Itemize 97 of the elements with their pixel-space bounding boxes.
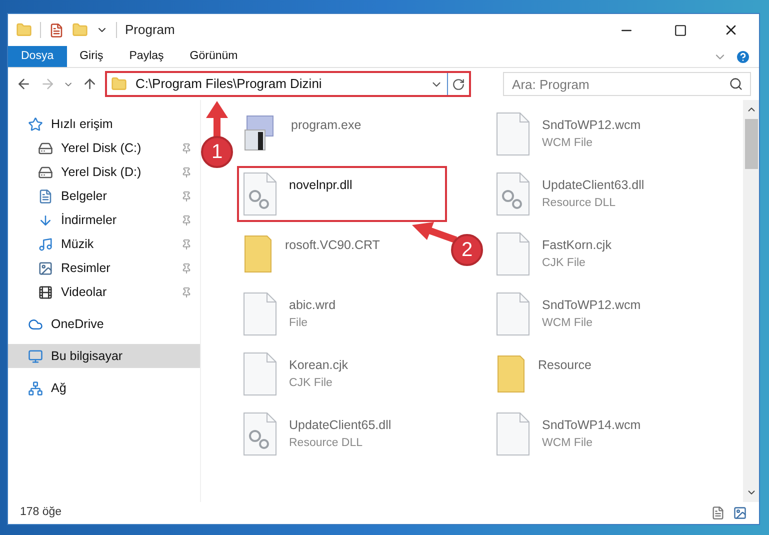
file-type: CJK File	[542, 256, 586, 271]
scrollbar[interactable]	[743, 100, 759, 502]
file-name: SndToWP14.wcm	[542, 417, 641, 434]
sidebar-item[interactable]: Videolar	[8, 280, 200, 304]
item-count: 178 öğe	[20, 505, 62, 520]
search-icon	[729, 77, 744, 91]
sidebar-label: İndirmeler	[61, 212, 118, 229]
sidebar-item[interactable]: Belgeler	[8, 184, 200, 208]
file-name: program.exe	[291, 117, 362, 134]
drive-icon	[38, 164, 53, 180]
file-tile[interactable]: novelnpr.dll	[237, 166, 447, 222]
sidebar-item[interactable]: OneDrive	[8, 312, 200, 336]
sidebar-label: OneDrive	[51, 316, 105, 333]
sidebar-item[interactable]: Bu bilgisayar	[8, 344, 200, 368]
file-type: File	[289, 316, 309, 331]
music-note-icon	[38, 236, 53, 252]
blank-file-icon	[496, 412, 530, 456]
file-type: Resource DLL	[289, 436, 364, 451]
gear-file-icon	[496, 172, 530, 216]
picture-icon	[38, 260, 53, 276]
large-icons-view-icon[interactable]	[733, 506, 747, 520]
file-tile[interactable]: UpdateClient63.dll Resource DLL	[490, 166, 700, 222]
sidebar-label: Resimler	[61, 260, 112, 277]
file-tile[interactable]: abic.wrd File	[237, 286, 447, 342]
file-name: SndToWP12.wcm	[542, 297, 641, 314]
gear-file-icon	[243, 412, 277, 456]
file-tile[interactable]: SndToWP12.wcm WCM File	[490, 106, 700, 162]
file-name: abic.wrd	[289, 297, 336, 314]
sidebar-label: Müzik	[61, 236, 95, 253]
blank-file-icon	[496, 292, 530, 336]
document-icon	[38, 188, 53, 204]
properties-icon[interactable]	[49, 22, 64, 38]
sidebar-item[interactable]: Yerel Disk (D:)	[8, 160, 200, 184]
annotation-arrow	[206, 101, 228, 138]
gear-file-icon	[243, 172, 277, 216]
sidebar-label: Yerel Disk (C:)	[61, 140, 142, 157]
file-tile[interactable]: SndToWP12.wcm WCM File	[490, 286, 700, 342]
blank-file-icon	[243, 352, 277, 396]
sidebar-label: Videolar	[61, 284, 108, 301]
up-icon[interactable]	[82, 76, 98, 92]
ribbon-tab[interactable]: Giriş	[66, 46, 116, 67]
file-name: SndToWP12.wcm	[542, 117, 641, 134]
ribbon-tab[interactable]: Görünüm	[176, 46, 251, 67]
file-type: CJK File	[289, 376, 334, 391]
scroll-thumb[interactable]	[744, 119, 758, 169]
sidebar-label: Belgeler	[61, 188, 108, 205]
sidebar-label: Yerel Disk (D:)	[61, 164, 142, 181]
refresh-icon[interactable]	[452, 78, 466, 90]
sidebar-item[interactable]: Hızlı erişim	[8, 112, 200, 136]
sidebar-label: Hızlı erişim	[51, 116, 114, 133]
file-type: WCM File	[542, 436, 594, 451]
ribbon-tab[interactable]: Paylaş	[116, 46, 177, 67]
file-name: rosoft.VC90.CRT	[285, 237, 380, 254]
blank-file-icon	[496, 112, 530, 156]
file-name: novelnpr.dll	[289, 177, 352, 194]
sidebar-item[interactable]: Yerel Disk (C:)	[8, 136, 200, 160]
help-icon[interactable]	[735, 48, 751, 64]
sidebar-item[interactable]: Resimler	[8, 256, 200, 280]
star-icon	[28, 116, 43, 132]
sidebar-label: Bu bilgisayar	[51, 348, 124, 365]
file-tile[interactable]: Resource	[490, 346, 700, 402]
file-tile[interactable]: UpdateClient65.dll Resource DLL	[237, 406, 447, 462]
folder-icon	[111, 76, 128, 92]
file-type: WCM File	[542, 316, 594, 331]
back-icon[interactable]	[16, 76, 32, 92]
file-tile[interactable]: Korean.cjk CJK File	[237, 346, 447, 402]
sidebar-label: Ağ	[51, 380, 68, 397]
blank-file-icon	[243, 292, 277, 336]
file-tile[interactable]: program.exe	[237, 106, 447, 162]
film-icon	[38, 284, 53, 300]
file-tile[interactable]: SndToWP14.wcm WCM File	[490, 406, 700, 462]
file-name: Korean.cjk	[289, 357, 348, 374]
file-name: UpdateClient65.dll	[289, 417, 392, 434]
file-type: WCM File	[542, 136, 594, 151]
sidebar-item[interactable]: Müzik	[8, 232, 200, 256]
file-tab[interactable]: Dosya	[8, 46, 67, 67]
drive-icon	[38, 140, 53, 156]
address-path: C:\Program Files\Program Dizini	[135, 75, 323, 94]
file-tile[interactable]: FastKorn.cjk CJK File	[490, 226, 700, 282]
sidebar-item[interactable]: İndirmeler	[8, 208, 200, 232]
details-view-icon[interactable]	[711, 506, 725, 520]
blank-file-icon	[496, 232, 530, 276]
computer-icon	[28, 348, 43, 364]
search-field[interactable]: Ara: Program	[503, 72, 752, 96]
cloud-icon	[28, 316, 43, 332]
download-arrow-icon	[38, 212, 53, 228]
maximize-icon[interactable]	[674, 24, 687, 36]
annotation-arrow	[412, 222, 458, 244]
network-icon	[28, 380, 43, 396]
sidebar-item[interactable]: Ağ	[8, 376, 200, 400]
file-name: UpdateClient63.dll	[542, 177, 644, 194]
address-bar[interactable]: C:\Program Files\Program Dizini	[105, 71, 472, 97]
file-tile[interactable]: rosoft.VC90.CRT	[237, 226, 447, 282]
window-title: Program	[125, 21, 175, 40]
file-type: Resource DLL	[542, 196, 617, 211]
file-name: Resource	[538, 357, 592, 374]
file-name: FastKorn.cjk	[542, 237, 612, 254]
